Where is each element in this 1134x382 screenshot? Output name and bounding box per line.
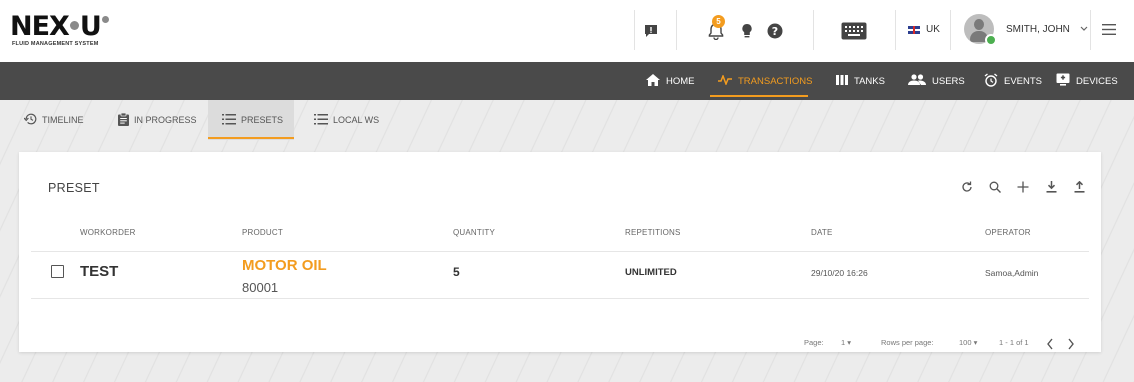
column-header-repetitions[interactable]: REPETITIONS: [625, 228, 681, 237]
svg-text:?: ?: [772, 25, 778, 38]
user-name: SMITH, JOHN: [1006, 23, 1070, 35]
column-header-date[interactable]: DATE: [811, 228, 833, 237]
device-icon: [1056, 73, 1070, 89]
notification-badge: 5: [712, 15, 725, 28]
clipboard-icon: [118, 112, 129, 128]
chat-icon[interactable]: [640, 20, 662, 42]
top-header: NEX U FLUID MANAGEMENT SYSTEM 5 ? UK SMIT…: [0, 0, 1134, 62]
language-label: UK: [926, 24, 940, 35]
presets-card: PRESET WORKORDER PRODUCT QUANTITY REPETI…: [19, 152, 1101, 352]
avatar: [964, 14, 997, 46]
logo-wordmark: NEX U: [10, 12, 109, 42]
cell-date: 29/10/20 16:26: [811, 268, 868, 278]
users-icon: [908, 74, 926, 88]
card-toolbar: [959, 179, 1087, 195]
cell-quantity: 5: [453, 265, 460, 279]
user-menu[interactable]: SMITH, JOHN: [964, 14, 1088, 46]
subtab-bar: TIMELINE IN PROGRESS PRESETS LOCAL WS: [0, 100, 1134, 140]
cell-workorder: TEST: [80, 263, 119, 280]
menu-icon[interactable]: [1102, 22, 1116, 40]
online-status-indicator: [985, 34, 997, 46]
header-divider: [676, 10, 677, 50]
home-icon: [646, 73, 660, 89]
tab-label: PRESETS: [241, 115, 284, 125]
page-label: Page:: [804, 338, 824, 347]
table-divider: [31, 298, 1089, 299]
page-value: 1: [841, 338, 846, 347]
chevron-down-icon: [1080, 24, 1088, 34]
nav-item-label: DEVICES: [1076, 75, 1118, 87]
cell-product-name[interactable]: MOTOR OIL: [242, 257, 327, 274]
pagination-range: 1 - 1 of 1: [999, 338, 1029, 347]
caret-down-icon: ▾: [847, 338, 852, 347]
nav-item-devices[interactable]: DEVICES: [1056, 62, 1118, 100]
header-divider: [950, 10, 951, 50]
chevron-left-icon[interactable]: [1046, 338, 1054, 352]
chevron-right-icon[interactable]: [1067, 338, 1075, 352]
refresh-icon[interactable]: [959, 179, 975, 195]
column-header-quantity[interactable]: QUANTITY: [453, 228, 495, 237]
add-icon[interactable]: [1015, 179, 1031, 195]
active-nav-indicator: [710, 95, 808, 97]
download-icon[interactable]: [1043, 179, 1059, 195]
nav-item-users[interactable]: USERS: [908, 62, 965, 100]
header-divider: [1090, 10, 1091, 50]
column-header-operator[interactable]: OPERATOR: [985, 228, 1031, 237]
cell-operator: Samoa,Admin: [985, 268, 1039, 278]
tab-label: IN PROGRESS: [134, 115, 197, 125]
rows-per-page-value: 100: [959, 338, 972, 347]
cell-repetitions: UNLIMITED: [625, 267, 677, 278]
cell-product-code: 80001: [242, 280, 279, 295]
search-icon[interactable]: [987, 179, 1003, 195]
tanks-icon: [836, 74, 848, 88]
logo-subtitle: FLUID MANAGEMENT SYSTEM: [12, 41, 99, 47]
keyboard-icon[interactable]: [840, 20, 868, 42]
header-divider: [813, 10, 814, 50]
column-header-product[interactable]: PRODUCT: [242, 228, 283, 237]
nav-item-label: EVENTS: [1004, 75, 1043, 87]
active-tab-indicator: [208, 137, 294, 139]
lightbulb-icon[interactable]: [736, 20, 758, 42]
pulse-icon: [718, 73, 732, 88]
nav-item-label: HOME: [666, 75, 695, 87]
upload-icon[interactable]: [1071, 179, 1087, 195]
nav-item-events[interactable]: EVENTS: [984, 62, 1042, 100]
row-checkbox[interactable]: [51, 265, 64, 278]
nexu-logo[interactable]: NEX U FLUID MANAGEMENT SYSTEM: [10, 12, 140, 52]
rows-per-page-label: Rows per page:: [881, 338, 934, 347]
tab-label: LOCAL WS: [333, 115, 380, 125]
tab-local-ws[interactable]: LOCAL WS: [300, 100, 393, 140]
nav-item-label: USERS: [932, 75, 965, 87]
list-icon: [314, 113, 328, 127]
table-divider: [31, 251, 1089, 252]
header-divider: [634, 10, 635, 50]
nav-item-tanks[interactable]: TANKS: [836, 62, 885, 100]
alarm-icon: [984, 72, 998, 90]
tab-label: TIMELINE: [42, 115, 84, 125]
history-icon: [23, 113, 37, 127]
nav-item-label: TRANSACTIONS: [738, 75, 813, 87]
pagination-footer: Page: 1 ▾ Rows per page: 100 ▾ 1 - 1 of …: [19, 338, 1101, 354]
help-icon[interactable]: ?: [764, 20, 786, 42]
card-title: PRESET: [48, 181, 100, 195]
bell-icon[interactable]: 5: [705, 15, 727, 42]
header-divider: [895, 10, 896, 50]
page-select[interactable]: 1 ▾: [841, 338, 851, 347]
tab-in-progress[interactable]: IN PROGRESS: [104, 100, 211, 140]
list-icon: [222, 113, 236, 127]
main-nav: HOME TRANSACTIONS TANKS USERS EVENTS DEV…: [0, 62, 1134, 100]
nav-item-label: TANKS: [854, 75, 885, 87]
tab-presets[interactable]: PRESETS: [208, 100, 294, 140]
flag-icon: [908, 25, 920, 34]
nav-item-home[interactable]: HOME: [646, 62, 695, 100]
language-selector[interactable]: UK: [908, 24, 940, 35]
tab-timeline[interactable]: TIMELINE: [10, 100, 98, 140]
column-header-workorder[interactable]: WORKORDER: [80, 228, 136, 237]
caret-down-icon: ▾: [973, 338, 978, 347]
rows-per-page-select[interactable]: 100 ▾: [959, 338, 977, 347]
